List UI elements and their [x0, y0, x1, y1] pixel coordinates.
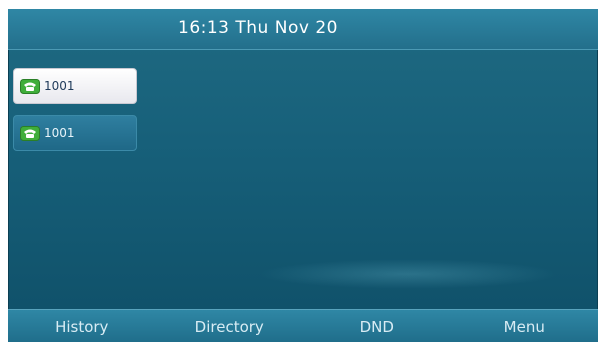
- background-glow: [258, 259, 558, 289]
- softkey-history[interactable]: History: [8, 310, 156, 342]
- phone-screen: 16:13 Thu Nov 20 1001 1001 History Direc…: [8, 9, 598, 342]
- line-key-2[interactable]: 1001: [13, 115, 137, 151]
- line-key-label: 1001: [44, 79, 75, 93]
- softkey-dnd[interactable]: DND: [303, 310, 451, 342]
- softkey-menu[interactable]: Menu: [451, 310, 599, 342]
- date-time: 16:13 Thu Nov 20: [178, 18, 338, 38]
- status-bar: 16:13 Thu Nov 20: [8, 9, 598, 50]
- softkey-bar: History Directory DND Menu: [8, 309, 598, 342]
- line-key-label: 1001: [44, 126, 75, 140]
- line-key-1[interactable]: 1001: [13, 68, 137, 104]
- softkey-directory[interactable]: Directory: [156, 310, 304, 342]
- phone-registered-icon: [20, 125, 40, 141]
- phone-registered-icon: [20, 78, 40, 94]
